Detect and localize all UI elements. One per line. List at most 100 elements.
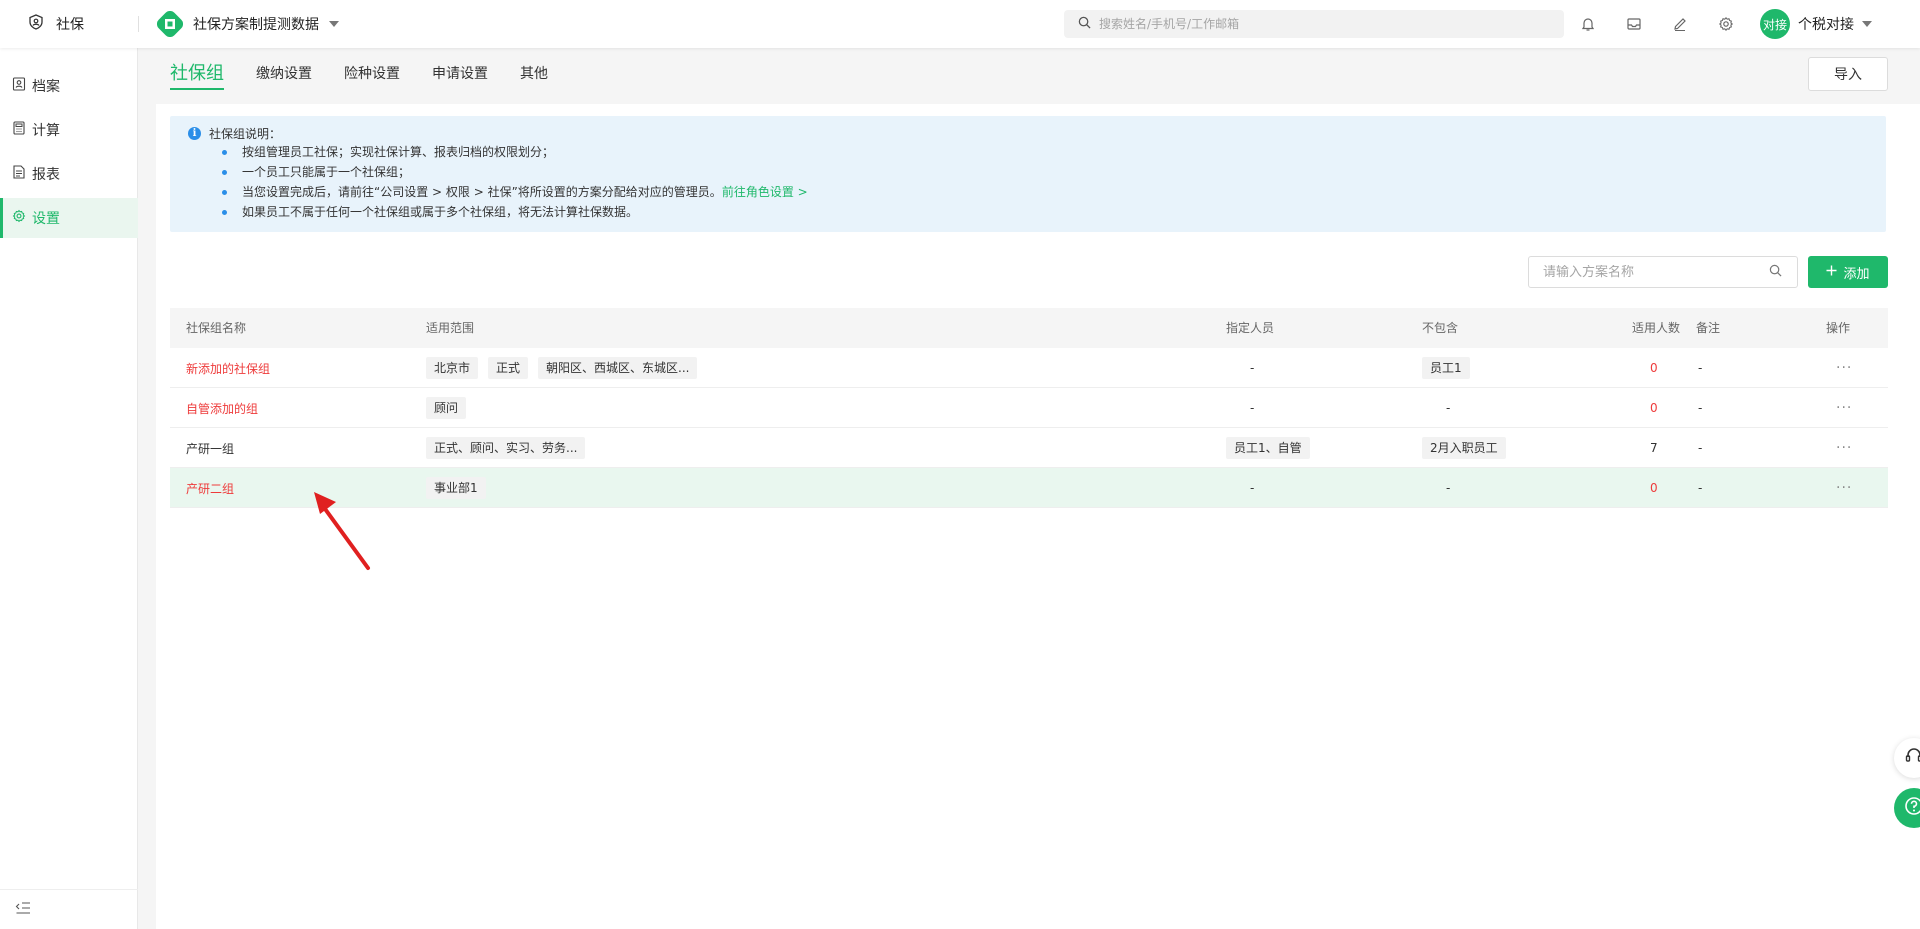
- sidebar-item-label: 报表: [32, 167, 60, 183]
- headset-icon: [1904, 746, 1920, 770]
- note-cell: -: [1698, 401, 1703, 415]
- column-header-count: 适用人数: [1632, 321, 1681, 335]
- app-brand[interactable]: 社保: [28, 0, 84, 48]
- plan-search: [1528, 256, 1798, 288]
- gear-icon[interactable]: [1716, 14, 1736, 34]
- notice-item-text: 当您设置完成后，请前往“公司设置 > 权限 > 社保”将所设置的方案分配给对应的…: [242, 185, 722, 199]
- shield-user-icon: [28, 14, 44, 34]
- assigned-cell: -: [1250, 361, 1255, 375]
- main-panel: i 社保组说明： 按组管理员工社保；实现社保计算、报表归档的权限划分； 一个员工…: [156, 104, 1920, 929]
- note-cell: -: [1698, 441, 1703, 455]
- more-actions-icon[interactable]: ···: [1836, 388, 1852, 428]
- scope-tag: 事业部1: [426, 477, 486, 499]
- excluded-cell: 2月入职员工: [1422, 428, 1516, 468]
- scope-tags: 北京市 正式 朝阳区、西城区、东城区...: [426, 348, 707, 388]
- group-name[interactable]: 产研一组: [186, 428, 234, 468]
- global-search-input[interactable]: [1099, 17, 1539, 31]
- collapse-menu-icon: [15, 901, 31, 919]
- excluded-tag: 员工1: [1422, 357, 1470, 379]
- scope-tags: 正式、顾问、实习、劳务...: [426, 428, 595, 468]
- scope-tag: 正式、顾问、实习、劳务...: [426, 437, 586, 459]
- table-header: 社保组名称 适用范围 指定人员 不包含 适用人数 备注 操作: [170, 308, 1888, 348]
- annotation-arrow-icon: [314, 492, 370, 570]
- add-button[interactable]: 添加: [1808, 256, 1888, 288]
- more-actions-icon[interactable]: ···: [1836, 468, 1852, 508]
- sidebar-item-archive[interactable]: 档案: [0, 66, 138, 106]
- group-name-link[interactable]: 自管添加的组: [186, 388, 258, 428]
- notice-item: 一个员工只能属于一个社保组；: [222, 162, 1886, 182]
- sidebar-item-calculate[interactable]: 计算: [0, 110, 138, 150]
- search-icon: [1078, 16, 1091, 33]
- report-icon: [12, 165, 26, 183]
- table-row: 新添加的社保组 北京市 正式 朝阳区、西城区、东城区... - 员工1 0 - …: [170, 348, 1888, 388]
- global-search: [1064, 10, 1564, 38]
- notice-item: 如果员工不属于任何一个社保组或属于多个社保组，将无法计算社保数据。: [222, 202, 1886, 222]
- tab-application-settings[interactable]: 申请设置: [432, 56, 488, 92]
- sidebar: 档案 计算 报表 设置: [0, 48, 138, 929]
- pen-icon[interactable]: [1670, 14, 1690, 34]
- assigned-cell: -: [1250, 401, 1255, 415]
- more-actions-icon[interactable]: ···: [1836, 348, 1852, 388]
- column-header-scope: 适用范围: [426, 321, 475, 335]
- divider: [138, 16, 139, 32]
- scope-tag: 顾问: [426, 397, 467, 419]
- notice-title: 社保组说明：: [209, 126, 282, 141]
- scope-tags: 事业部1: [426, 468, 496, 508]
- column-header-name: 社保组名称: [186, 321, 247, 335]
- notice-item: 按组管理员工社保；实现社保计算、报表归档的权限划分；: [222, 142, 1886, 162]
- inbox-icon[interactable]: [1624, 14, 1644, 34]
- gear-icon: [12, 209, 26, 227]
- column-header-note: 备注: [1696, 321, 1721, 335]
- notice-item-with-link: 当您设置完成后，请前往“公司设置 > 权限 > 社保”将所设置的方案分配给对应的…: [222, 182, 1886, 202]
- table-row: 产研一组 正式、顾问、实习、劳务... 员工1、自管 2月入职员工 7 - ··…: [170, 428, 1888, 468]
- group-name-link[interactable]: 新添加的社保组: [186, 348, 270, 388]
- group-name-link[interactable]: 产研二组: [186, 468, 234, 508]
- tab-other[interactable]: 其他: [520, 56, 548, 92]
- search-icon[interactable]: [1769, 264, 1782, 281]
- chevron-down-icon: [329, 21, 339, 27]
- note-cell: -: [1698, 361, 1703, 375]
- role-settings-link[interactable]: 前往角色设置 >: [722, 185, 808, 199]
- import-button[interactable]: 导入: [1808, 57, 1888, 91]
- table-row: 自管添加的组 顾问 - - 0 - ···: [170, 388, 1888, 428]
- tab-social-security-group[interactable]: 社保组: [170, 56, 224, 92]
- excluded-cell: 员工1: [1422, 348, 1480, 388]
- plan-search-input[interactable]: [1543, 264, 1769, 280]
- count-cell[interactable]: 0: [1650, 468, 1658, 508]
- user-name: 个税对接: [1798, 17, 1854, 33]
- group-table: 社保组名称 适用范围 指定人员 不包含 适用人数 备注 操作 新添加的社保组 北…: [170, 308, 1888, 508]
- info-icon: i: [188, 126, 201, 140]
- settings-tabs: 社保组 缴纳设置 险种设置 申请设置 其他: [170, 56, 548, 92]
- table-row-highlighted: 产研二组 事业部1 - - 0 - ···: [170, 468, 1888, 508]
- user-menu[interactable]: 对接 个税对接: [1760, 0, 1872, 48]
- notice-title-row: i 社保组说明：: [188, 124, 1886, 142]
- count-cell[interactable]: 0: [1650, 348, 1658, 388]
- sidebar-item-report[interactable]: 报表: [0, 154, 138, 194]
- sidebar-item-label: 档案: [32, 79, 60, 95]
- column-header-ops: 操作: [1826, 321, 1851, 335]
- count-cell[interactable]: 0: [1650, 388, 1658, 428]
- top-actions: [1578, 0, 1736, 48]
- sidebar-item-label: 计算: [32, 123, 60, 139]
- company-logo-icon: [156, 10, 184, 38]
- column-header-assigned: 指定人员: [1226, 321, 1275, 335]
- company-switcher[interactable]: 社保方案制提测数据: [156, 0, 339, 48]
- chevron-down-icon: [1862, 21, 1872, 27]
- tab-payment-settings[interactable]: 缴纳设置: [256, 56, 312, 92]
- brand-label: 社保: [56, 17, 84, 33]
- scope-tag: 北京市: [426, 357, 479, 379]
- assigned-cell: 员工1、自管: [1226, 428, 1320, 468]
- excluded-tag: 2月入职员工: [1422, 437, 1506, 459]
- add-button-label: 添加: [1843, 266, 1870, 282]
- note-cell: -: [1698, 481, 1703, 495]
- count-cell[interactable]: 7: [1650, 428, 1658, 468]
- top-bar: 社保 社保方案制提测数据 对接 个税对接: [0, 0, 1920, 48]
- more-actions-icon[interactable]: ···: [1836, 428, 1852, 468]
- notice-list: 按组管理员工社保；实现社保计算、报表归档的权限划分； 一个员工只能属于一个社保组…: [222, 142, 1886, 222]
- bell-icon[interactable]: [1578, 14, 1598, 34]
- sidebar-collapse-button[interactable]: [0, 889, 138, 929]
- excluded-cell: -: [1446, 401, 1451, 415]
- scope-tag: 正式: [488, 357, 529, 379]
- sidebar-item-settings[interactable]: 设置: [0, 198, 138, 238]
- tab-insurance-settings[interactable]: 险种设置: [344, 56, 400, 92]
